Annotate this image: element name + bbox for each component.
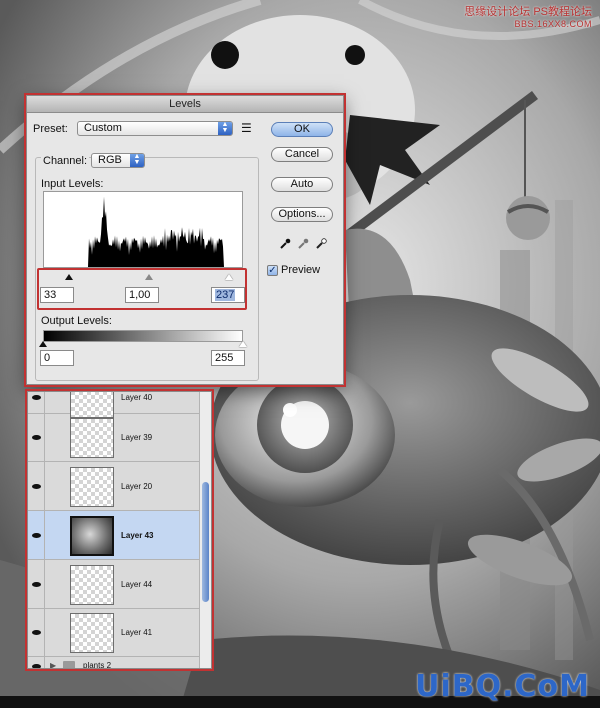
output-white-slider[interactable] (239, 341, 247, 347)
eye-glyph-icon (32, 395, 41, 400)
preset-value: Custom (84, 122, 122, 134)
visibility-eye-icon[interactable] (28, 560, 45, 608)
watermark-top: 思缘设计论坛 PS教程论坛 BBS.16XX8.COM (464, 6, 592, 30)
dialog-title[interactable]: Levels (27, 96, 343, 113)
layer-name: Layer 44 (121, 580, 153, 589)
preset-label: Preset: (33, 123, 68, 135)
layer-thumbnail[interactable] (70, 418, 114, 458)
eye-glyph-icon (32, 664, 41, 668)
layer-row[interactable]: ▶ plants 2 (28, 657, 200, 669)
preview-label: Preview (281, 264, 321, 276)
layer-name: Layer 41 (121, 628, 153, 637)
layer-row[interactable]: Layer 39 (28, 414, 200, 462)
layer-thumbnail[interactable] (70, 565, 114, 605)
channel-select[interactable]: RGB ▲ ▼ (91, 153, 145, 168)
cancel-button[interactable]: Cancel (271, 147, 333, 162)
eye-glyph-icon (32, 582, 41, 587)
eye-glyph-icon (32, 435, 41, 440)
layer-thumbnail[interactable] (70, 516, 114, 556)
layer-row[interactable]: Layer 20 (28, 462, 200, 511)
visibility-eye-icon[interactable] (28, 414, 45, 461)
watermark-bottom: UiBQ.CoM (415, 669, 590, 704)
levels-dialog: Levels Preset: Custom ▲ ▼ ☰ OK Cancel Aut… (26, 95, 344, 385)
output-white-field[interactable]: 255 (211, 350, 245, 366)
histogram-graph (44, 196, 242, 267)
group-expand-icon[interactable]: ▶ (50, 661, 56, 668)
layers-scrollbar[interactable] (199, 392, 211, 668)
visibility-eye-icon[interactable] (28, 392, 45, 413)
histogram-shape (44, 196, 242, 267)
histogram (43, 191, 243, 268)
layers-scroll-thumb[interactable] (202, 482, 209, 602)
layer-name: Layer 20 (121, 482, 153, 491)
input-levels-label: Input Levels: (41, 178, 104, 190)
preset-select[interactable]: Custom ▲ ▼ (77, 121, 233, 136)
layer-name: Layer 39 (121, 433, 153, 442)
preset-options-icon[interactable]: ☰ (241, 122, 252, 134)
watermark-top-line: 思缘设计论坛 (464, 6, 531, 18)
visibility-eye-icon[interactable] (28, 657, 45, 668)
output-levels-label: Output Levels: (41, 315, 112, 327)
output-black-slider[interactable] (39, 341, 47, 347)
layer-row[interactable]: Layer 44 (28, 560, 200, 609)
eye-glyph-icon (32, 533, 41, 538)
layer-row[interactable]: Layer 43 (28, 511, 200, 560)
layer-row[interactable]: Layer 40 (28, 392, 200, 418)
eye-glyph-icon (32, 630, 41, 635)
gray-eyedropper-icon[interactable] (297, 238, 309, 250)
white-eyedropper-icon[interactable] (315, 238, 327, 250)
layer-name: plants 2 (83, 661, 112, 669)
layer-thumbnail[interactable] (70, 613, 114, 653)
layer-row[interactable]: Layer 41 (28, 609, 200, 657)
layer-thumbnail[interactable] (70, 467, 114, 507)
output-black-field[interactable]: 0 (40, 350, 74, 366)
eye-glyph-icon (32, 484, 41, 489)
channel-value: RGB (98, 154, 122, 166)
output-gradient-bar (43, 330, 243, 342)
layers-panel: Layer 40 Layer 39 Layer 20 Layer 43 Layer 44… (27, 391, 212, 669)
select-arrows-icon: ▲ ▼ (218, 121, 232, 135)
black-eyedropper-icon[interactable] (279, 238, 291, 250)
select-arrows-icon: ▲ ▼ (130, 153, 144, 167)
visibility-eye-icon[interactable] (28, 511, 45, 559)
watermark-top-sub: BBS.16XX8.COM (514, 19, 592, 29)
watermark-top-right: PS教程论坛 (533, 6, 592, 18)
channel-label: Channel: (41, 155, 90, 167)
layer-name: Layer 40 (121, 393, 153, 402)
visibility-eye-icon[interactable] (28, 462, 45, 510)
layer-name: Layer 43 (121, 531, 154, 540)
options-button[interactable]: Options... (271, 207, 333, 222)
folder-icon (63, 661, 75, 668)
preview-checkbox[interactable]: ✓ (267, 265, 278, 276)
visibility-eye-icon[interactable] (28, 609, 45, 656)
ok-button[interactable]: OK (271, 122, 333, 137)
input-levels-highlight (37, 268, 247, 310)
auto-button[interactable]: Auto (271, 177, 333, 192)
